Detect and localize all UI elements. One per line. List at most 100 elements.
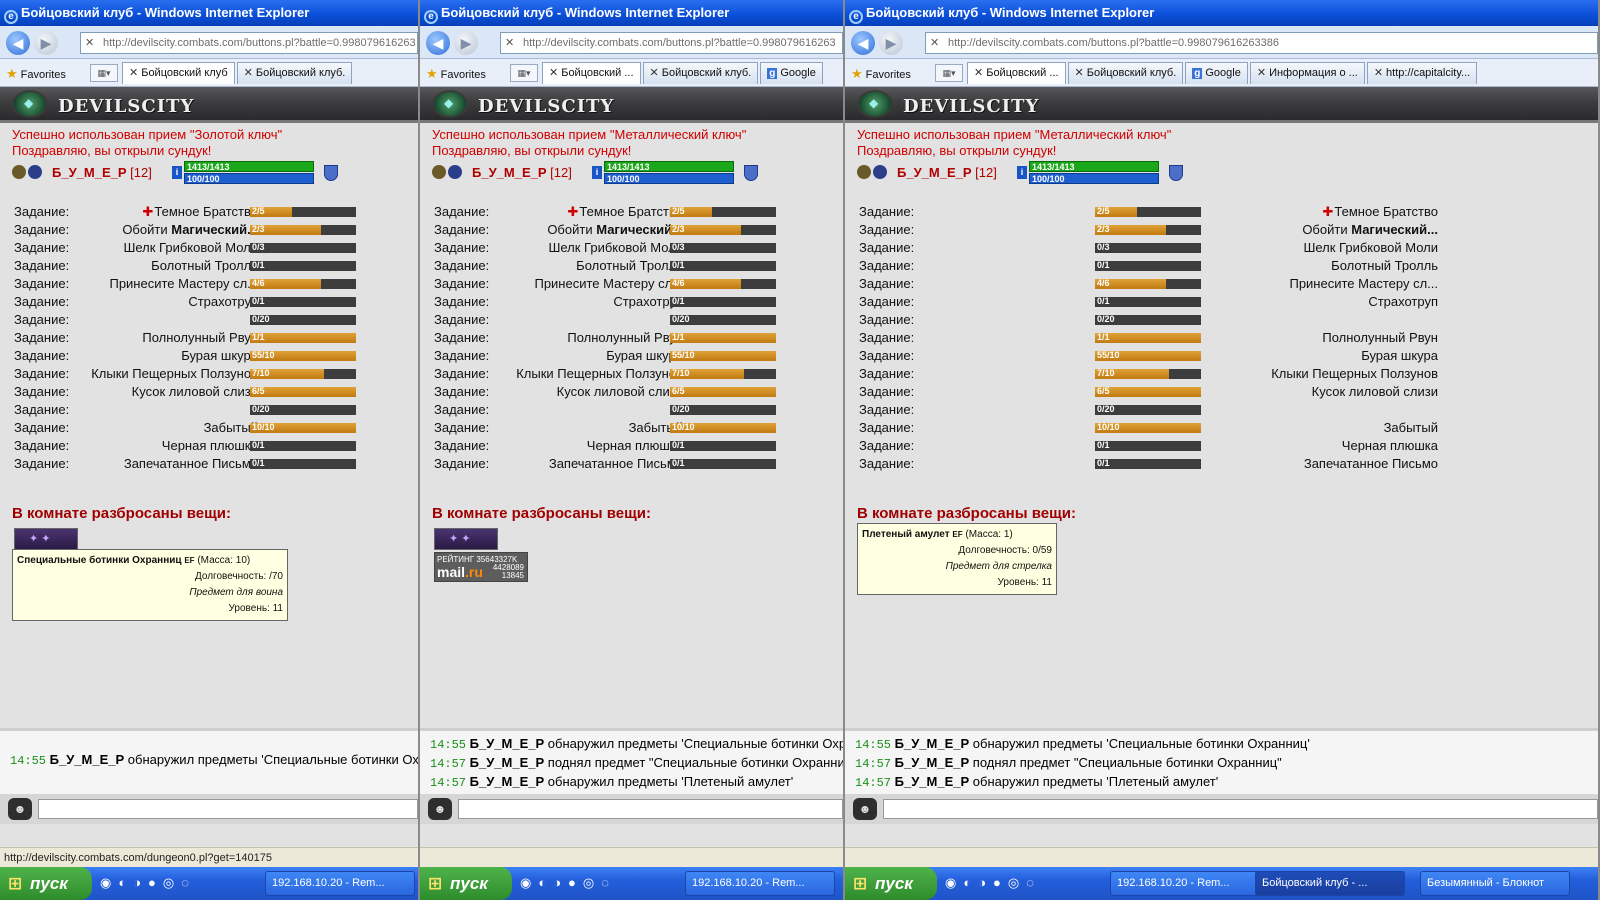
quest-row[interactable]: Задание: 0/20 (420, 311, 843, 329)
info-icon[interactable]: i (592, 166, 602, 179)
quest-row[interactable]: Задание: Полнолунный Рвун 1/1 (845, 329, 1598, 347)
back-button[interactable]: ◀ (426, 31, 450, 55)
quest-row[interactable]: Задание: Забытый 10/10 (0, 419, 418, 437)
chat-nick[interactable]: Б_У_М_Е_Р (895, 736, 970, 751)
address-bar[interactable]: ✕ http://devilscity.combats.com/buttons.p… (500, 32, 843, 54)
address-bar[interactable]: ✕ http://devilscity.combats.com/buttons.p… (925, 32, 1598, 54)
quick-tabs-icon[interactable]: ▦▾ (90, 64, 118, 82)
quest-row[interactable]: Задание: Шелк Грибковой Моли 0/3 (420, 239, 843, 257)
chat-smiley-icon[interactable]: ☻ (428, 798, 452, 820)
browser-tab[interactable]: ✕ Бойцовский клуб. (1067, 62, 1184, 84)
quest-row[interactable]: Задание: Обойти Магический... 2/3 (420, 221, 843, 239)
quest-row[interactable]: Задание: Болотный Тролль 0/1 (0, 257, 418, 275)
quest-row[interactable]: Задание: Запечатанное Письмо 0/1 (845, 455, 1598, 473)
quest-row[interactable]: Задание: Бурая шкура 55/10 (0, 347, 418, 365)
quest-row[interactable]: Задание: ✚Темное Братство 2/5 (845, 203, 1598, 221)
quest-row[interactable]: Задание: ✚Темное Братство 2/5 (420, 203, 843, 221)
forward-button[interactable]: ▶ (454, 31, 478, 55)
chat-smiley-icon[interactable]: ☻ (853, 798, 877, 820)
back-button[interactable]: ◀ (6, 31, 30, 55)
quest-row[interactable]: Задание: 0/20 (0, 311, 418, 329)
browser-tab[interactable]: g Google (1185, 62, 1248, 84)
quest-row[interactable]: Задание: Шелк Грибковой Моли 0/3 (0, 239, 418, 257)
quest-row[interactable]: Задание: Бурая шкура 55/10 (845, 347, 1598, 365)
quest-row[interactable]: Задание: Клыки Пещерных Ползунов 7/10 (420, 365, 843, 383)
item-thumbnail[interactable] (14, 528, 78, 550)
quest-row[interactable]: Задание: Страхотруп 0/1 (420, 293, 843, 311)
quest-row[interactable]: Задание: Забытый 10/10 (420, 419, 843, 437)
browser-tab[interactable]: ✕ http://capitalcity... (1366, 62, 1478, 84)
shield-icon[interactable] (324, 165, 338, 181)
taskbar-button[interactable]: Безымянный - Блокнот (1420, 871, 1570, 896)
quest-row[interactable]: Задание: Обойти Магический... 2/3 (845, 221, 1598, 239)
start-button[interactable]: пуск (0, 867, 92, 900)
player-name[interactable]: Б_У_М_Е_Р [12] (897, 165, 997, 180)
quest-row[interactable]: Задание: 0/20 (845, 401, 1598, 419)
browser-tab[interactable]: ✕ Бойцовский клуб (122, 62, 235, 84)
quest-row[interactable]: Задание: Шелк Грибковой Моли 0/3 (845, 239, 1598, 257)
favorites-button[interactable]: ★ Favorites (6, 66, 66, 82)
mailru-rating-counter[interactable]: РЕЙТИНГ 35643327K mail.ru 4428089 13845 (434, 552, 528, 582)
quest-row[interactable]: Задание: 0/20 (420, 401, 843, 419)
quest-row[interactable]: Задание: Кусок лиловой слизи 6/5 (845, 383, 1598, 401)
item-thumbnail[interactable] (434, 528, 498, 550)
info-icon[interactable]: i (1017, 166, 1027, 179)
quest-row[interactable]: Задание: Черная плюшка 0/1 (845, 437, 1598, 455)
chat-nick[interactable]: Б_У_М_Е_Р (895, 755, 970, 770)
chat-nick[interactable]: Б_У_М_Е_Р (470, 736, 545, 751)
chat-input[interactable] (38, 799, 418, 819)
player-name[interactable]: Б_У_М_Е_Р [12] (52, 165, 152, 180)
taskbar-button[interactable]: 192.168.10.20 - Rem... (265, 871, 415, 896)
chat-nick[interactable]: Б_У_М_Е_Р (470, 774, 545, 789)
taskbar-button[interactable]: 192.168.10.20 - Rem... (685, 871, 835, 896)
quest-row[interactable]: Задание: Забытый 10/10 (845, 419, 1598, 437)
quest-row[interactable]: Задание: Обойти Магический... 2/3 (0, 221, 418, 239)
chat-input[interactable] (883, 799, 1598, 819)
browser-tab[interactable]: ✕ Бойцовский клуб. (236, 62, 353, 84)
browser-tab[interactable]: ✕ Бойцовский ... (542, 62, 641, 84)
quest-row[interactable]: Задание: Запечатанное Письмо 0/1 (420, 455, 843, 473)
quest-row[interactable]: Задание: Страхотруп 0/1 (845, 293, 1598, 311)
quick-tabs-icon[interactable]: ▦▾ (935, 64, 963, 82)
chat-nick[interactable]: Б_У_М_Е_Р (50, 752, 125, 767)
forward-button[interactable]: ▶ (34, 31, 58, 55)
quest-row[interactable]: Задание: Принесите Мастеру сл... 4/6 (0, 275, 418, 293)
quest-row[interactable]: Задание: ✚Темное Братство 2/5 (0, 203, 418, 221)
quest-row[interactable]: Задание: Черная плюшка 0/1 (0, 437, 418, 455)
browser-tab[interactable]: ✕ Бойцовский клуб. (642, 62, 759, 84)
quick-tabs-icon[interactable]: ▦▾ (510, 64, 538, 82)
quest-row[interactable]: Задание: Кусок лиловой слизи 6/5 (420, 383, 843, 401)
quest-row[interactable]: Задание: Принесите Мастеру сл... 4/6 (420, 275, 843, 293)
taskbar-button[interactable]: 192.168.10.20 - Rem... (1110, 871, 1260, 896)
browser-tab[interactable]: ✕ Информация о ... (1249, 62, 1365, 84)
back-button[interactable]: ◀ (851, 31, 875, 55)
quest-row[interactable]: Задание: Полнолунный Рвун 1/1 (420, 329, 843, 347)
quest-row[interactable]: Задание: Запечатанное Письмо 0/1 (0, 455, 418, 473)
shield-icon[interactable] (744, 165, 758, 181)
info-icon[interactable]: i (172, 166, 182, 179)
start-button[interactable]: пуск (420, 867, 512, 900)
quest-row[interactable]: Задание: Страхотруп 0/1 (0, 293, 418, 311)
forward-button[interactable]: ▶ (879, 31, 903, 55)
browser-tab[interactable]: g Google (760, 62, 823, 84)
quest-row[interactable]: Задание: Черная плюшка 0/1 (420, 437, 843, 455)
quest-row[interactable]: Задание: Кусок лиловой слизи 6/5 (0, 383, 418, 401)
quest-row[interactable]: Задание: Бурая шкура 55/10 (420, 347, 843, 365)
favorites-button[interactable]: ★ Favorites (426, 66, 486, 82)
chat-smiley-icon[interactable]: ☻ (8, 798, 32, 820)
shield-icon[interactable] (1169, 165, 1183, 181)
browser-tab[interactable]: ✕ Бойцовский ... (967, 62, 1066, 84)
quest-row[interactable]: Задание: Клыки Пещерных Ползунов 7/10 (845, 365, 1598, 383)
quest-row[interactable]: Задание: 0/20 (0, 401, 418, 419)
chat-nick[interactable]: Б_У_М_Е_Р (895, 774, 970, 789)
chat-nick[interactable]: Б_У_М_Е_Р (470, 755, 545, 770)
quest-row[interactable]: Задание: Полнолунный Рвун 1/1 (0, 329, 418, 347)
quest-row[interactable]: Задание: Болотный Тролль 0/1 (420, 257, 843, 275)
start-button[interactable]: пуск (845, 867, 937, 900)
favorites-button[interactable]: ★ Favorites (851, 66, 911, 82)
chat-input[interactable] (458, 799, 843, 819)
taskbar-button[interactable]: Бойцовский клуб - ... (1255, 871, 1405, 896)
player-name[interactable]: Б_У_М_Е_Р [12] (472, 165, 572, 180)
quest-row[interactable]: Задание: Клыки Пещерных Ползунов 7/10 (0, 365, 418, 383)
quest-row[interactable]: Задание: 0/20 (845, 311, 1598, 329)
